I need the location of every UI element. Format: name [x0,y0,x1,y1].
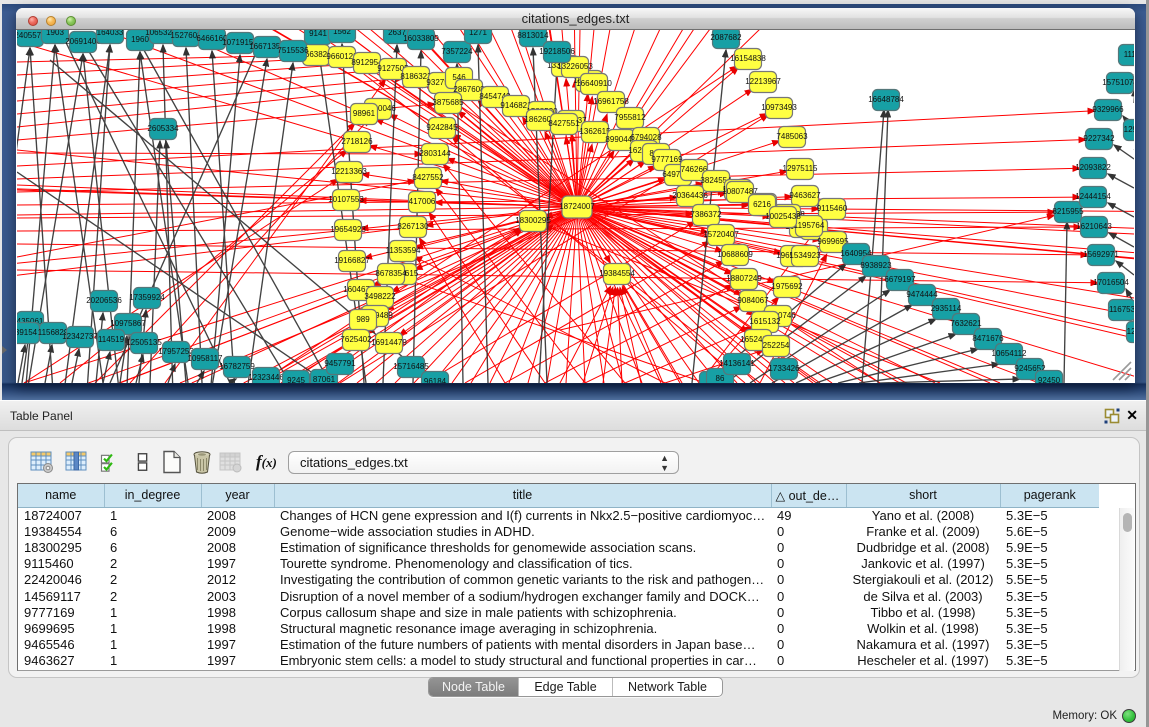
svg-text:20206536: 20206536 [86,296,122,305]
svg-text:15720407: 15720407 [703,230,739,239]
svg-text:86: 86 [716,374,725,383]
svg-text:15716485: 15716485 [393,362,429,371]
svg-text:3875685: 3875685 [432,98,464,107]
svg-text:12213363: 12213363 [331,167,367,176]
svg-text:9141: 9141 [309,30,327,38]
svg-text:7625402: 7625402 [340,335,372,344]
svg-text:10025438: 10025438 [765,212,801,221]
svg-text:1271: 1271 [469,30,487,37]
svg-text:10958117: 10958117 [188,354,224,363]
svg-text:16961758: 16961758 [593,97,629,106]
svg-text:1112: 1112 [1124,50,1134,59]
svg-text:9245: 9245 [287,376,305,383]
svg-text:16640910: 16640910 [576,79,612,88]
svg-text:9084067: 9084067 [737,296,769,305]
svg-text:1733426: 1733426 [768,364,800,373]
svg-text:9777169: 9777169 [651,155,683,164]
svg-text:98961: 98961 [353,109,376,118]
svg-text:417006: 417006 [409,197,436,206]
svg-text:129916: 129916 [1124,125,1134,134]
svg-text:9474444: 9474444 [906,290,938,299]
svg-text:13226053: 13226053 [557,62,593,71]
svg-text:8427552: 8427552 [412,173,444,182]
svg-text:2087682: 2087682 [710,33,742,42]
svg-text:19654923: 19654923 [330,225,366,234]
svg-text:39154: 39154 [17,328,38,337]
svg-text:2718126: 2718126 [341,137,373,146]
svg-text:17359924: 17359924 [129,293,165,302]
svg-text:8427551: 8427551 [548,119,580,128]
svg-text:7515536: 7515536 [277,46,309,55]
svg-text:16782759: 16782759 [219,362,255,371]
svg-text:20364436: 20364436 [672,191,708,200]
svg-text:8938923: 8938923 [860,261,892,270]
svg-text:8678354: 8678354 [375,269,407,278]
svg-text:12975115: 12975115 [783,164,819,173]
svg-text:15751074: 15751074 [1102,78,1134,87]
svg-text:11353594: 11353594 [386,246,422,255]
svg-text:17016504: 17016504 [1093,278,1129,287]
svg-text:96184: 96184 [424,377,447,383]
svg-text:19166827: 19166827 [334,256,370,265]
svg-text:7632621: 7632621 [950,319,982,328]
svg-text:10654112: 10654112 [992,349,1028,358]
svg-text:6679197: 6679197 [884,275,916,284]
svg-text:18724007: 18724007 [559,202,595,211]
svg-text:10107553: 10107553 [328,195,364,204]
svg-text:1975692: 1975692 [771,282,803,291]
svg-text:12323446: 12323446 [248,373,284,382]
svg-text:9463627: 9463627 [789,191,821,200]
svg-text:1903: 1903 [46,30,64,37]
svg-text:12093822: 12093822 [1075,163,1111,172]
svg-text:15692971: 15692971 [1083,250,1119,259]
svg-text:8813014: 8813014 [517,31,549,40]
svg-text:1562: 1562 [333,30,351,36]
svg-text:1195764: 1195764 [794,221,825,230]
svg-text:92450: 92450 [1038,376,1061,383]
svg-text:12505135: 12505135 [126,338,162,347]
svg-text:7955812: 7955812 [614,113,646,122]
svg-text:18807249: 18807249 [726,274,762,283]
svg-text:9329966: 9329966 [1092,105,1124,114]
svg-text:16154838: 16154838 [730,54,766,63]
svg-text:9227342: 9227342 [1083,134,1115,143]
svg-text:2935114: 2935114 [931,304,962,313]
svg-text:9242845: 9242845 [426,123,458,132]
svg-text:19384554: 19384554 [599,269,635,278]
svg-text:87061: 87061 [313,375,336,383]
svg-text:252254: 252254 [763,341,790,350]
svg-text:14136141: 14136141 [719,359,755,368]
svg-text:10975867: 10975867 [110,319,146,328]
svg-text:120403: 120403 [1127,327,1134,336]
svg-text:164033: 164033 [97,30,124,37]
svg-text:1534923: 1534923 [789,251,821,260]
svg-text:9115460: 9115460 [817,204,848,213]
svg-text:989: 989 [356,315,370,324]
svg-text:16914479: 16914479 [371,338,407,347]
svg-text:16210643: 16210643 [1076,222,1112,231]
svg-text:8471676: 8471676 [972,334,1004,343]
svg-text:7386372: 7386372 [690,210,722,219]
svg-text:7485063: 7485063 [776,132,808,141]
svg-text:116753: 116753 [1109,305,1134,314]
svg-text:16648784: 16648784 [868,95,904,104]
svg-text:8215955: 8215955 [1052,207,1084,216]
svg-text:6216: 6216 [753,200,771,209]
svg-text:114519: 114519 [98,335,125,344]
svg-text:10688609: 10688609 [717,250,753,259]
svg-text:12213967: 12213967 [745,77,781,86]
svg-text:8267130: 8267130 [397,222,429,231]
svg-text:16033809: 16033809 [403,34,439,43]
svg-text:18300295: 18300295 [515,216,551,225]
svg-text:12342737: 12342737 [62,332,98,341]
svg-text:19218506: 19218506 [539,47,575,56]
svg-text:1615132: 1615132 [749,317,781,326]
svg-text:7357224: 7357224 [441,47,473,56]
svg-text:3498222: 3498222 [364,292,396,301]
svg-text:10973493: 10973493 [761,103,797,112]
svg-text:12444154: 12444154 [1075,192,1111,201]
svg-text:9457791: 9457791 [324,359,356,368]
svg-text:2803144: 2803144 [419,149,451,158]
svg-text:2605334: 2605334 [147,124,179,133]
